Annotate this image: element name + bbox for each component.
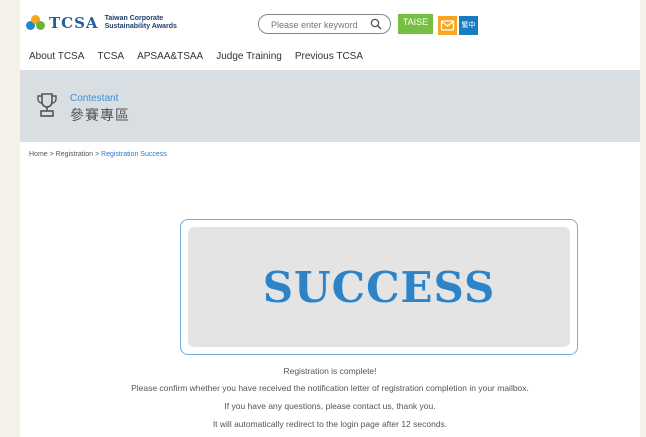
- banner-title-en: Contestant: [70, 93, 119, 104]
- success-heading: SUCCESS: [262, 263, 496, 312]
- nav-about-tcsa[interactable]: About TCSA: [29, 51, 84, 62]
- taise-button[interactable]: TAISE: [398, 14, 433, 34]
- message-confirm-mailbox: Please confirm whether you have received…: [131, 383, 529, 393]
- success-panel-inner: SUCCESS: [188, 227, 570, 347]
- message-complete: Registration is complete!: [283, 366, 377, 376]
- site-header: TCSA Taiwan Corporate Sustainability Awa…: [20, 0, 640, 42]
- breadcrumb-current: Registration Success: [101, 151, 167, 158]
- search-input[interactable]: [269, 16, 373, 34]
- mail-icon: [440, 20, 455, 31]
- search-icon[interactable]: [370, 18, 382, 30]
- breadcrumb-home[interactable]: Home: [29, 151, 48, 158]
- logo-subtitle: Taiwan Corporate Sustainability Awards: [104, 15, 177, 30]
- banner-title-zh: 參賽專區: [70, 108, 130, 124]
- search-box: [258, 14, 391, 34]
- breadcrumb-registration[interactable]: Registration: [56, 151, 93, 158]
- tcsa-logo-icon: [26, 15, 46, 31]
- page: TCSA Taiwan Corporate Sustainability Awa…: [20, 0, 640, 437]
- logo-text: TCSA: [49, 14, 99, 32]
- section-banner: Contestant 參賽專區: [20, 70, 640, 142]
- breadcrumb-separator: >: [93, 151, 102, 158]
- breadcrumb: Home > Registration > Registration Succe…: [29, 151, 167, 158]
- nav-previous-tcsa[interactable]: Previous TCSA: [295, 51, 363, 62]
- language-button[interactable]: 繁中: [459, 16, 478, 35]
- mail-button[interactable]: [438, 16, 457, 35]
- success-panel: SUCCESS: [180, 219, 578, 355]
- nav-apsaa-tsaa[interactable]: APSAA&TSAA: [137, 51, 203, 62]
- trophy-icon: [37, 93, 57, 117]
- breadcrumb-separator: >: [47, 151, 56, 158]
- main-nav: About TCSA TCSA APSAA&TSAA Judge Trainin…: [29, 51, 376, 62]
- nav-tcsa[interactable]: TCSA: [97, 51, 124, 62]
- tcsa-logo[interactable]: TCSA Taiwan Corporate Sustainability Awa…: [26, 14, 177, 32]
- nav-judge-training[interactable]: Judge Training: [216, 51, 282, 62]
- message-contact-us: If you have any questions, please contac…: [224, 401, 436, 411]
- message-redirect: It will automatically redirect to the lo…: [212, 419, 448, 429]
